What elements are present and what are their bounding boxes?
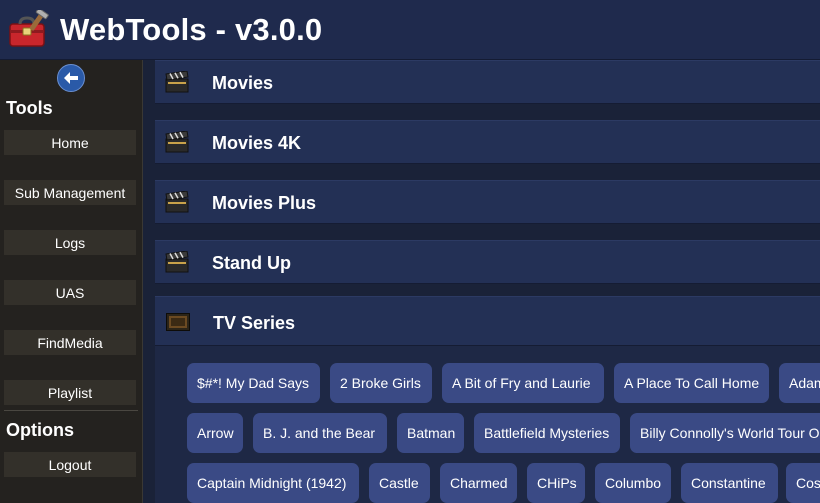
show-chip[interactable]: Adam <box>779 363 820 403</box>
sidebar-item-uas[interactable]: UAS <box>4 280 136 305</box>
arrow-left-icon <box>64 72 78 84</box>
clapperboard-icon <box>165 131 189 153</box>
show-chip[interactable]: Captain Midnight (1942) <box>187 463 359 503</box>
sidebar-divider <box>4 410 138 411</box>
show-chip[interactable]: Cos <box>786 463 820 503</box>
sidebar-item-playlist[interactable]: Playlist <box>4 380 136 405</box>
category-label: Stand Up <box>212 253 291 273</box>
sidebar-item-sub-management[interactable]: Sub Management <box>4 180 136 205</box>
app-title: WebTools - v3.0.0 <box>60 12 323 47</box>
show-chip[interactable]: Arrow <box>187 413 243 453</box>
category-movies-plus[interactable]: Movies Plus <box>155 180 820 224</box>
show-chip[interactable]: Columbo <box>595 463 671 503</box>
category-label: Movies 4K <box>212 133 302 153</box>
show-chip[interactable]: A Bit of Fry and Laurie <box>442 363 604 403</box>
show-chip[interactable]: CHiPs <box>527 463 585 503</box>
sidebar-item-home[interactable]: Home <box>4 130 136 155</box>
sidebar-item-logs[interactable]: Logs <box>4 230 136 255</box>
top-bar: WebTools - v3.0.0 <box>0 0 820 60</box>
show-chip[interactable]: A Place To Call Home <box>614 363 769 403</box>
main-content: Movies Movies 4K Movies Plus Stand Up TV… <box>143 60 820 503</box>
category-stand-up[interactable]: Stand Up <box>155 240 820 284</box>
sidebar-item-findmedia[interactable]: FindMedia <box>4 330 136 355</box>
show-chip[interactable]: B. J. and the Bear <box>253 413 387 453</box>
show-chip[interactable]: Battlefield Mysteries <box>474 413 620 453</box>
clapperboard-icon <box>165 191 189 213</box>
options-heading: Options <box>6 420 74 440</box>
clapperboard-icon <box>165 251 189 273</box>
back-button[interactable] <box>57 64 85 92</box>
show-chip[interactable]: 2 Broke Girls <box>330 363 432 403</box>
category-movies-4k[interactable]: Movies 4K <box>155 120 820 164</box>
toolbox-icon <box>9 10 49 47</box>
tv-series-panel: TV Series $#*! My Dad Says 2 Broke Girls… <box>155 296 820 503</box>
tools-heading: Tools <box>6 98 53 118</box>
category-movies[interactable]: Movies <box>155 60 820 104</box>
category-tv-series[interactable]: TV Series <box>155 296 820 346</box>
show-chip[interactable]: Billy Connolly's World Tour O <box>630 413 820 453</box>
show-chip[interactable]: Charmed <box>440 463 517 503</box>
category-label: Movies Plus <box>212 193 317 213</box>
show-chip[interactable]: Constantine <box>681 463 778 503</box>
category-label: Movies <box>212 73 274 93</box>
show-chip[interactable]: Batman <box>397 413 464 453</box>
sidebar: Tools Home Sub Management Logs UAS FindM… <box>0 60 143 503</box>
show-chip[interactable]: Castle <box>369 463 430 503</box>
clapperboard-icon <box>165 71 189 93</box>
show-chip[interactable]: $#*! My Dad Says <box>187 363 320 403</box>
sidebar-item-logout[interactable]: Logout <box>4 452 136 477</box>
tv-icon <box>166 313 190 331</box>
category-label: TV Series <box>213 313 296 333</box>
